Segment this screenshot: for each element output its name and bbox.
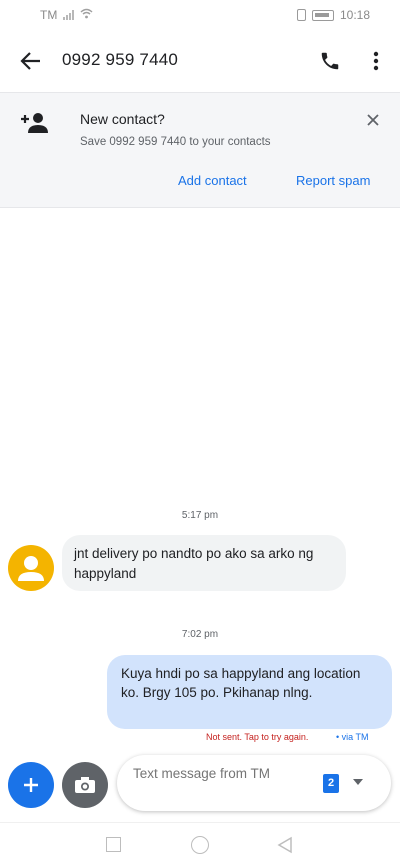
more-vert-icon: [373, 51, 379, 71]
banner-title: New contact?: [80, 111, 165, 127]
status-bar: TM 10:18: [0, 0, 400, 30]
more-options-button[interactable]: [362, 47, 390, 75]
avatar[interactable]: [8, 545, 54, 591]
add-icon: [24, 778, 38, 792]
message-timestamp: 5:17 pm: [181, 510, 219, 521]
compose-bar: 2: [117, 755, 391, 811]
message-timestamp: 7:02 pm: [181, 629, 219, 640]
camera-icon: [75, 777, 95, 793]
close-icon: [367, 114, 379, 126]
back-button[interactable]: [17, 47, 45, 75]
sim-selector-badge[interactable]: 2: [323, 774, 339, 793]
not-sent-retry-link[interactable]: Not sent. Tap to try again.: [206, 732, 308, 742]
person-icon: [18, 556, 44, 581]
call-button[interactable]: [316, 47, 344, 75]
message-input[interactable]: [133, 765, 303, 803]
via-carrier-label: • via TM: [336, 732, 369, 742]
signal-icon: [63, 10, 75, 20]
wifi-icon: [80, 8, 93, 22]
arrow-back-icon: [20, 52, 40, 70]
banner-subtitle: Save 0992 959 7440 to your contacts: [80, 136, 271, 148]
attach-button[interactable]: [8, 762, 54, 808]
person-add-icon: [21, 113, 48, 133]
home-button[interactable]: [191, 836, 209, 854]
new-contact-banner: New contact? Save 0992 959 7440 to your …: [0, 92, 400, 208]
clock: 10:18: [339, 8, 370, 22]
battery-icon: [311, 9, 334, 21]
report-spam-button[interactable]: Report spam: [296, 173, 370, 188]
recents-button[interactable]: [106, 837, 121, 852]
banner-close-button[interactable]: [362, 109, 384, 131]
chevron-down-icon[interactable]: [353, 779, 363, 785]
conversation-title: 0992 959 7440: [62, 50, 179, 69]
app-bar: 0992 959 7440: [0, 30, 400, 92]
status-left: TM: [40, 8, 93, 22]
system-nav-bar: [0, 822, 400, 867]
nav-back-icon[interactable]: [276, 836, 294, 854]
camera-button[interactable]: [62, 762, 108, 808]
outgoing-message-bubble[interactable]: Kuya hndi po sa happyland ang location k…: [107, 655, 392, 729]
phone-icon: [321, 52, 339, 70]
incoming-message-bubble[interactable]: jnt delivery po nandto po ako sa arko ng…: [62, 535, 346, 591]
status-right: 10:18: [296, 8, 370, 22]
carrier-label: TM: [40, 8, 58, 22]
vibrate-icon: [296, 9, 306, 21]
add-contact-button[interactable]: Add contact: [178, 173, 247, 188]
